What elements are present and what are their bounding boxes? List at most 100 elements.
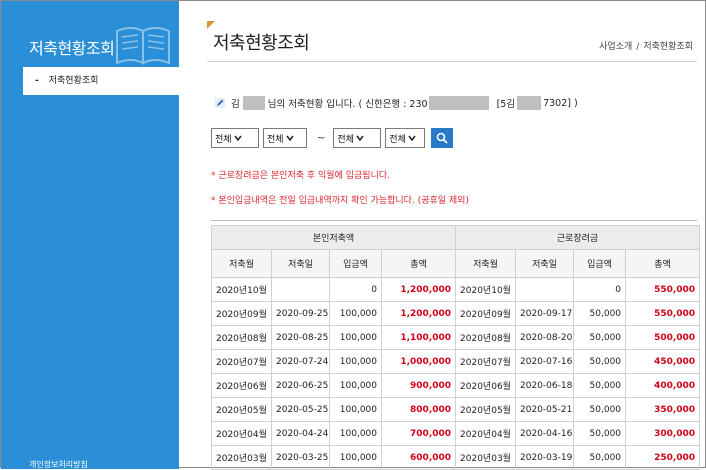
cell-deposit: 50,000 — [573, 373, 627, 398]
cell-date: 2020-04-16 — [515, 421, 575, 446]
cell-date: 2020-03-19 — [515, 445, 575, 470]
column-header: 입금액 — [573, 249, 627, 278]
account-holder-prefix: 김 — [231, 99, 240, 110]
cell-total: 1,200,000 — [380, 277, 457, 302]
chevron-down-icon — [233, 135, 242, 141]
column-header: 총액 — [380, 249, 457, 278]
column-header: 저축일 — [271, 249, 330, 278]
page-title: 저축현황조회 — [213, 33, 310, 54]
column-header: 입금액 — [329, 249, 382, 278]
cell-month: 2020년06월 — [455, 373, 517, 398]
masked-name — [242, 96, 265, 110]
group-header-personal: 본인저축액 — [210, 225, 457, 250]
privacy-policy-link[interactable]: 개인정보처리방침 — [29, 459, 88, 470]
table-top-border — [211, 220, 697, 221]
chevron-down-icon — [285, 135, 294, 141]
cell-deposit: 100,000 — [329, 325, 382, 350]
cell-month: 2020년05월 — [211, 397, 272, 422]
table-row: 2020년07월 2020-07-24 100,000 1,000,000 2020년0… — [211, 349, 701, 374]
cell-deposit: 100,000 — [329, 421, 382, 446]
table-row: 2020년10월 0 1,200,000 2020년10월 0 550,000 — [211, 277, 701, 302]
cell-total: 550,000 — [625, 277, 701, 302]
breadcrumb-separator: / — [636, 42, 640, 52]
savings-table: 본인저축액 근로장려금 저축월 저축일 입금액 총액 저축월 저축일 입금액 총액 2020년… — [210, 225, 701, 470]
table-row: 2020년09월 2020-09-25 100,000 1,200,000 2020년0… — [211, 301, 701, 326]
cell-deposit: 50,000 — [573, 445, 627, 470]
sidebar-item-label: 저축현황조회 — [48, 76, 99, 86]
cell-month: 2020년09월 — [211, 301, 272, 326]
table-group-header: 본인저축액 근로장려금 — [210, 225, 701, 250]
cell-date: 2020-06-25 — [271, 373, 330, 398]
book-icon — [116, 27, 170, 65]
start-year-value: 전체 — [215, 134, 232, 145]
cell-deposit: 50,000 — [573, 397, 627, 422]
cell-deposit: 100,000 — [329, 373, 382, 398]
cell-month: 2020년08월 — [455, 325, 517, 350]
title-divider — [207, 61, 697, 62]
search-icon — [437, 132, 449, 144]
account-info-bracket: [5김 — [496, 99, 516, 110]
cell-date: 2020-03-25 — [271, 445, 330, 470]
breadcrumb: 사업소개 / 저축현황조회 — [599, 39, 693, 52]
cell-deposit: 100,000 — [329, 445, 382, 470]
cell-total: 1,100,000 — [380, 325, 457, 350]
column-header: 저축월 — [455, 249, 517, 278]
cell-month: 2020년03월 — [211, 445, 272, 470]
cell-total: 500,000 — [625, 325, 701, 350]
end-month-select[interactable]: 전체 — [385, 128, 426, 148]
cell-month: 2020년07월 — [455, 349, 517, 374]
cell-deposit: 100,000 — [329, 349, 382, 374]
cell-month: 2020년10월 — [455, 277, 517, 302]
cell-date: 2020-07-24 — [271, 349, 330, 374]
cell-date: 2020-05-21 — [515, 397, 575, 422]
sidebar: 저축현황조회 - 저축현황조회 개인정보처리방침 — [1, 1, 179, 469]
cell-deposit: 100,000 — [329, 301, 382, 326]
cell-deposit: 100,000 — [329, 397, 382, 422]
cell-date: 2020-05-25 — [271, 397, 330, 422]
cell-month: 2020년10월 — [211, 277, 272, 302]
main-content: 저축현황조회 사업소개 / 저축현황조회 김 님의 저축현황 입니다. ( 신한은행… — [179, 1, 705, 470]
cell-total: 600,000 — [380, 445, 457, 470]
masked-account-middle — [517, 96, 542, 110]
table-row: 2020년08월 2020-08-25 100,000 1,100,000 2020년0… — [211, 325, 701, 350]
breadcrumb-item-current: 저축현황조회 — [643, 42, 693, 52]
cell-month: 2020년06월 — [211, 373, 272, 398]
cell-month: 2020년04월 — [455, 421, 517, 446]
table-row: 2020년06월 2020-06-25 100,000 900,000 2020년06월… — [211, 373, 701, 398]
masked-account-number — [428, 96, 489, 110]
breadcrumb-item-business[interactable]: 사업소개 — [599, 42, 632, 52]
cell-date: 2020-09-25 — [271, 301, 330, 326]
cell-date: 2020-08-20 — [515, 325, 575, 350]
notice-list: * 근로장려금은 본인저축 후 익월에 입금됩니다. * 본인입금내역은 전일 … — [211, 168, 469, 218]
cell-total: 250,000 — [625, 445, 701, 470]
cell-deposit: 50,000 — [573, 421, 627, 446]
table-row: 2020년04월 2020-04-24 100,000 700,000 2020년04월… — [211, 421, 701, 446]
account-info-text: 님의 저축현황 입니다. ( 신한은행 : 230 — [267, 99, 428, 110]
cell-month: 2020년03월 — [455, 445, 517, 470]
range-separator: ~ — [317, 132, 326, 144]
notice-item: * 근로장려금은 본인저축 후 익월에 입금됩니다. — [211, 171, 390, 181]
cell-month: 2020년05월 — [455, 397, 517, 422]
cell-month: 2020년09월 — [455, 301, 517, 326]
chevron-down-icon — [356, 135, 364, 141]
cell-month: 2020년08월 — [211, 325, 272, 350]
table-row: 2020년03월 2020-03-25 100,000 600,000 2020년03월… — [211, 445, 701, 470]
chevron-down-icon — [408, 135, 416, 141]
start-month-value: 전체 — [267, 134, 284, 145]
search-button[interactable] — [431, 128, 454, 148]
cell-date — [271, 277, 330, 302]
end-year-select[interactable]: 전체 — [333, 128, 382, 148]
cell-month: 2020년07월 — [211, 349, 272, 374]
cell-deposit: 50,000 — [573, 301, 627, 326]
cell-deposit: 50,000 — [573, 349, 627, 374]
sidebar-item-savings[interactable]: - 저축현황조회 — [23, 67, 179, 95]
cell-total: 450,000 — [625, 349, 701, 374]
cell-total: 350,000 — [625, 397, 701, 422]
start-year-select[interactable]: 전체 — [211, 128, 259, 148]
cell-date: 2020-09-17 — [515, 301, 575, 326]
cell-deposit: 0 — [573, 277, 627, 302]
cell-date — [515, 277, 575, 302]
start-month-select[interactable]: 전체 — [263, 128, 307, 148]
notice-item: * 본인입금내역은 전일 입금내역까지 확인 가능합니다. (공휴일 제외) — [211, 196, 469, 206]
cell-total: 1,000,000 — [380, 349, 457, 374]
